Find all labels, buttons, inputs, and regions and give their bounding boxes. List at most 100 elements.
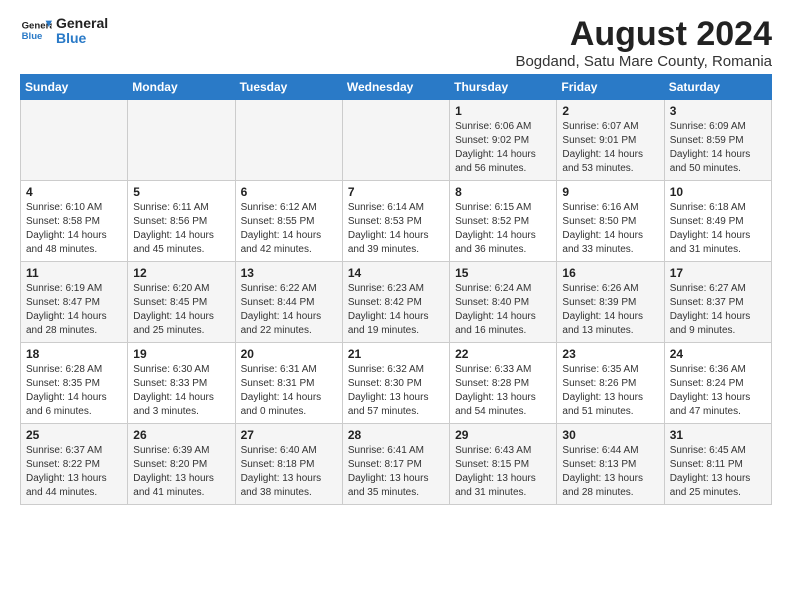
week-row-3: 18 Sunrise: 6:28 AM Sunset: 8:35 PM Dayli…: [21, 343, 772, 424]
day-info: Sunrise: 6:40 AM Sunset: 8:18 PM Dayligh…: [241, 444, 337, 500]
day-number: 6: [241, 185, 337, 199]
day-number: 12: [133, 266, 229, 280]
calendar-cell: 22 Sunrise: 6:33 AM Sunset: 8:28 PM Dayli…: [450, 343, 557, 424]
calendar-cell: 8 Sunrise: 6:15 AM Sunset: 8:52 PM Daylig…: [450, 181, 557, 262]
calendar-cell: 26 Sunrise: 6:39 AM Sunset: 8:20 PM Dayli…: [128, 424, 235, 505]
logo-blue: Blue: [56, 31, 108, 46]
day-number: 26: [133, 428, 229, 442]
day-number: 4: [26, 185, 122, 199]
day-info: Sunrise: 6:12 AM Sunset: 8:55 PM Dayligh…: [241, 201, 337, 257]
day-number: 28: [348, 428, 444, 442]
day-number: 10: [670, 185, 766, 199]
day-number: 18: [26, 347, 122, 361]
header-sunday: Sunday: [21, 75, 128, 100]
day-info: Sunrise: 6:06 AM Sunset: 9:02 PM Dayligh…: [455, 120, 551, 176]
day-info: Sunrise: 6:24 AM Sunset: 8:40 PM Dayligh…: [455, 282, 551, 338]
header-monday: Monday: [128, 75, 235, 100]
day-number: 8: [455, 185, 551, 199]
calendar-cell: 15 Sunrise: 6:24 AM Sunset: 8:40 PM Dayli…: [450, 262, 557, 343]
calendar-cell: 17Sunrise: 6:27 AM Sunset: 8:37 PM Dayli…: [664, 262, 771, 343]
calendar-cell: 18 Sunrise: 6:28 AM Sunset: 8:35 PM Dayli…: [21, 343, 128, 424]
week-row-0: 1 Sunrise: 6:06 AM Sunset: 9:02 PM Daylig…: [21, 100, 772, 181]
day-number: 20: [241, 347, 337, 361]
day-info: Sunrise: 6:27 AM Sunset: 8:37 PM Dayligh…: [670, 282, 766, 338]
calendar-cell: 3Sunrise: 6:09 AM Sunset: 8:59 PM Daylig…: [664, 100, 771, 181]
calendar-cell: 30 Sunrise: 6:44 AM Sunset: 8:13 PM Dayli…: [557, 424, 664, 505]
header-saturday: Saturday: [664, 75, 771, 100]
day-number: 25: [26, 428, 122, 442]
day-number: 22: [455, 347, 551, 361]
day-number: 2: [562, 104, 658, 118]
header-tuesday: Tuesday: [235, 75, 342, 100]
page: General Blue General Blue August 2024 Bo…: [0, 0, 792, 521]
day-info: Sunrise: 6:19 AM Sunset: 8:47 PM Dayligh…: [26, 282, 122, 338]
day-info: Sunrise: 6:43 AM Sunset: 8:15 PM Dayligh…: [455, 444, 551, 500]
calendar-cell: 7 Sunrise: 6:14 AM Sunset: 8:53 PM Daylig…: [342, 181, 449, 262]
day-info: Sunrise: 6:18 AM Sunset: 8:49 PM Dayligh…: [670, 201, 766, 257]
day-number: 7: [348, 185, 444, 199]
logo-icon: General Blue: [20, 17, 52, 45]
calendar-cell: 21Sunrise: 6:32 AM Sunset: 8:30 PM Dayli…: [342, 343, 449, 424]
calendar-cell: 6 Sunrise: 6:12 AM Sunset: 8:55 PM Daylig…: [235, 181, 342, 262]
day-info: Sunrise: 6:41 AM Sunset: 8:17 PM Dayligh…: [348, 444, 444, 500]
calendar-cell: [128, 100, 235, 181]
week-row-2: 11Sunrise: 6:19 AM Sunset: 8:47 PM Dayli…: [21, 262, 772, 343]
logo-general: General: [56, 16, 108, 31]
day-info: Sunrise: 6:07 AM Sunset: 9:01 PM Dayligh…: [562, 120, 658, 176]
calendar-cell: 24 Sunrise: 6:36 AM Sunset: 8:24 PM Dayli…: [664, 343, 771, 424]
calendar-cell: 25 Sunrise: 6:37 AM Sunset: 8:22 PM Dayli…: [21, 424, 128, 505]
calendar-cell: [235, 100, 342, 181]
day-info: Sunrise: 6:37 AM Sunset: 8:22 PM Dayligh…: [26, 444, 122, 500]
calendar-cell: 14 Sunrise: 6:23 AM Sunset: 8:42 PM Dayli…: [342, 262, 449, 343]
day-number: 1: [455, 104, 551, 118]
logo: General Blue General Blue: [20, 16, 108, 47]
day-info: Sunrise: 6:39 AM Sunset: 8:20 PM Dayligh…: [133, 444, 229, 500]
calendar-subtitle: Bogdand, Satu Mare County, Romania: [515, 53, 772, 70]
day-info: Sunrise: 6:44 AM Sunset: 8:13 PM Dayligh…: [562, 444, 658, 500]
day-info: Sunrise: 6:16 AM Sunset: 8:50 PM Dayligh…: [562, 201, 658, 257]
calendar-cell: 9 Sunrise: 6:16 AM Sunset: 8:50 PM Daylig…: [557, 181, 664, 262]
day-info: Sunrise: 6:20 AM Sunset: 8:45 PM Dayligh…: [133, 282, 229, 338]
day-info: Sunrise: 6:15 AM Sunset: 8:52 PM Dayligh…: [455, 201, 551, 257]
day-info: Sunrise: 6:28 AM Sunset: 8:35 PM Dayligh…: [26, 363, 122, 419]
calendar-cell: 19 Sunrise: 6:30 AM Sunset: 8:33 PM Dayli…: [128, 343, 235, 424]
day-number: 16: [562, 266, 658, 280]
day-number: 14: [348, 266, 444, 280]
day-number: 29: [455, 428, 551, 442]
calendar-cell: 4 Sunrise: 6:10 AM Sunset: 8:58 PM Daylig…: [21, 181, 128, 262]
calendar-cell: 27 Sunrise: 6:40 AM Sunset: 8:18 PM Dayli…: [235, 424, 342, 505]
header: General Blue General Blue August 2024 Bo…: [20, 16, 772, 70]
day-info: Sunrise: 6:32 AM Sunset: 8:30 PM Dayligh…: [348, 363, 444, 419]
day-info: Sunrise: 6:45 AM Sunset: 8:11 PM Dayligh…: [670, 444, 766, 500]
day-info: Sunrise: 6:10 AM Sunset: 8:58 PM Dayligh…: [26, 201, 122, 257]
title-block: August 2024 Bogdand, Satu Mare County, R…: [515, 16, 772, 70]
day-info: Sunrise: 6:30 AM Sunset: 8:33 PM Dayligh…: [133, 363, 229, 419]
calendar-cell: 29 Sunrise: 6:43 AM Sunset: 8:15 PM Dayli…: [450, 424, 557, 505]
header-friday: Friday: [557, 75, 664, 100]
calendar-cell: 31Sunrise: 6:45 AM Sunset: 8:11 PM Dayli…: [664, 424, 771, 505]
calendar-cell: [342, 100, 449, 181]
calendar-cell: 13Sunrise: 6:22 AM Sunset: 8:44 PM Dayli…: [235, 262, 342, 343]
day-info: Sunrise: 6:22 AM Sunset: 8:44 PM Dayligh…: [241, 282, 337, 338]
day-info: Sunrise: 6:36 AM Sunset: 8:24 PM Dayligh…: [670, 363, 766, 419]
header-row: SundayMondayTuesdayWednesdayThursdayFrid…: [21, 75, 772, 100]
day-number: 9: [562, 185, 658, 199]
day-number: 15: [455, 266, 551, 280]
day-number: 23: [562, 347, 658, 361]
day-number: 24: [670, 347, 766, 361]
day-info: Sunrise: 6:23 AM Sunset: 8:42 PM Dayligh…: [348, 282, 444, 338]
day-info: Sunrise: 6:14 AM Sunset: 8:53 PM Dayligh…: [348, 201, 444, 257]
calendar-cell: 10 Sunrise: 6:18 AM Sunset: 8:49 PM Dayli…: [664, 181, 771, 262]
day-number: 19: [133, 347, 229, 361]
day-info: Sunrise: 6:26 AM Sunset: 8:39 PM Dayligh…: [562, 282, 658, 338]
day-info: Sunrise: 6:33 AM Sunset: 8:28 PM Dayligh…: [455, 363, 551, 419]
calendar-cell: 11Sunrise: 6:19 AM Sunset: 8:47 PM Dayli…: [21, 262, 128, 343]
day-number: 3: [670, 104, 766, 118]
day-number: 30: [562, 428, 658, 442]
header-thursday: Thursday: [450, 75, 557, 100]
day-number: 27: [241, 428, 337, 442]
calendar-cell: 5Sunrise: 6:11 AM Sunset: 8:56 PM Daylig…: [128, 181, 235, 262]
calendar-cell: 12 Sunrise: 6:20 AM Sunset: 8:45 PM Dayli…: [128, 262, 235, 343]
day-number: 5: [133, 185, 229, 199]
calendar-cell: 28 Sunrise: 6:41 AM Sunset: 8:17 PM Dayli…: [342, 424, 449, 505]
